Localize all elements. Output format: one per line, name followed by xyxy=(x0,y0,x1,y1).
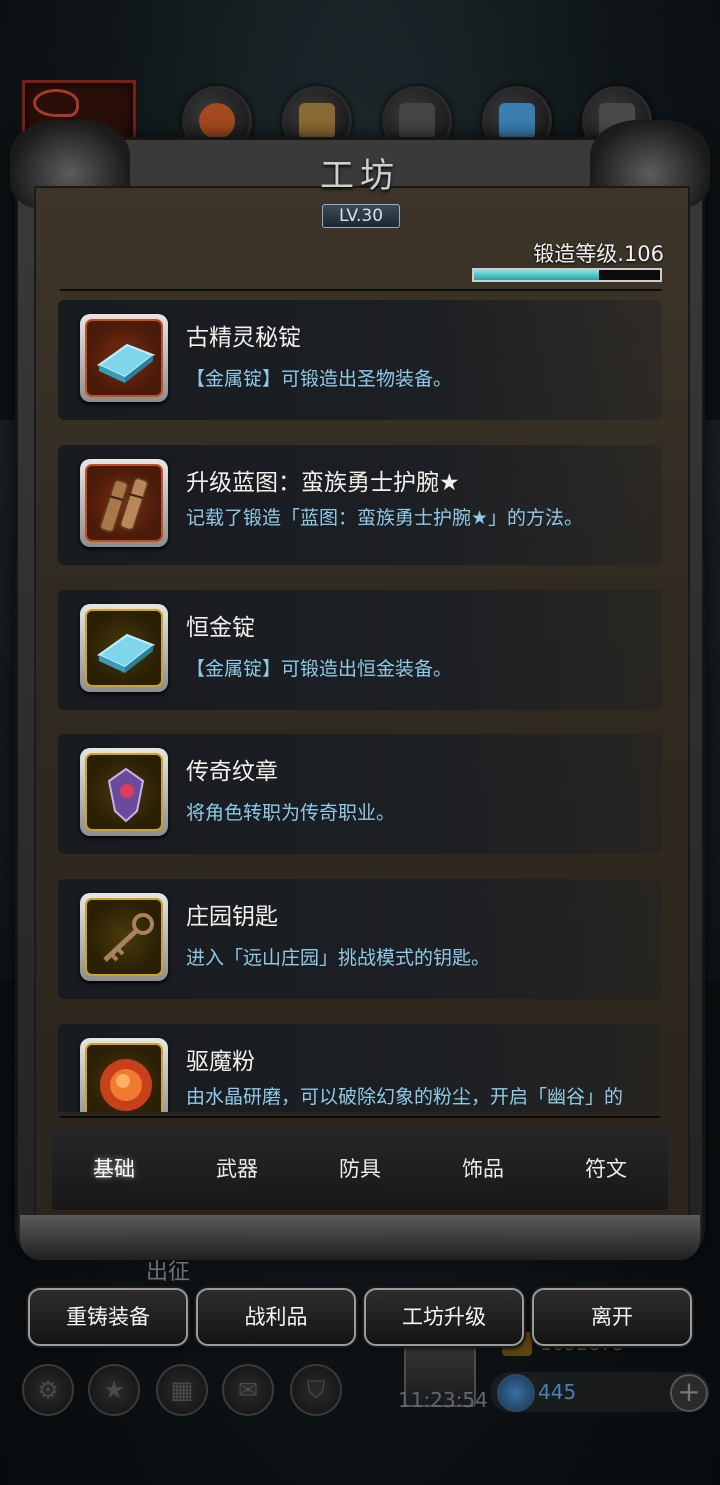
gem-amount: 445 xyxy=(538,1380,577,1404)
item-name: 古精灵秘锭 xyxy=(186,325,301,351)
reforge-button[interactable]: 重铸装备 xyxy=(28,1288,188,1346)
sortie-label: 出征 xyxy=(146,1260,191,1285)
star-icon[interactable]: ★ xyxy=(88,1364,140,1416)
item-description: 由水晶研磨，可以破除幻象的粉尘，开启「幽谷」的道具。 xyxy=(186,1086,624,1108)
tab-accessories[interactable]: 饰品 xyxy=(433,1153,533,1183)
shield-icon[interactable]: ⛉ xyxy=(290,1364,342,1416)
blue-ingot-icon xyxy=(97,633,156,673)
item-description: 记载了锻造「蓝图：蛮族勇士护腕★」的方法。 xyxy=(186,507,584,529)
item-slot[interactable] xyxy=(80,1038,168,1112)
item-slot[interactable] xyxy=(80,893,168,981)
item-description: 【金属锭】可锻造出圣物装备。 xyxy=(186,368,453,390)
item-frame xyxy=(85,464,163,542)
blue-ingot-icon xyxy=(97,343,156,383)
item-frame xyxy=(85,753,163,831)
loot-button[interactable]: 战利品 xyxy=(196,1288,356,1346)
item-slot[interactable] xyxy=(80,604,168,692)
blueprint-scroll-icon xyxy=(99,477,149,533)
workshop-upgrade-button[interactable]: 工坊升级 xyxy=(364,1288,524,1346)
tab-armor[interactable]: 防具 xyxy=(310,1153,410,1183)
key-icon xyxy=(103,913,154,962)
item-name: 恒金锭 xyxy=(186,615,255,641)
item-name: 驱魔粉 xyxy=(186,1049,255,1075)
item-description: 进入「远山庄园」挑战模式的钥匙。 xyxy=(186,947,491,969)
list-item[interactable]: 驱魔粉 由水晶研磨，可以破除幻象的粉尘，开启「幽谷」的道具。 xyxy=(58,1024,662,1112)
gem-icon xyxy=(497,1374,535,1412)
leave-button[interactable]: 离开 xyxy=(532,1288,692,1346)
gallery-icon[interactable]: ▦ xyxy=(156,1364,208,1416)
add-currency-icon[interactable]: + xyxy=(670,1374,708,1412)
settings-icon[interactable]: ⚙ xyxy=(22,1364,74,1416)
divider xyxy=(60,289,662,291)
item-slot[interactable] xyxy=(80,459,168,547)
list-item[interactable]: 恒金锭 【金属锭】可锻造出恒金装备。 xyxy=(58,590,662,710)
item-frame xyxy=(85,898,163,976)
mail-icon[interactable]: ✉ xyxy=(222,1364,274,1416)
item-frame xyxy=(85,319,163,397)
forge-progress-fill xyxy=(474,270,599,280)
panel-bottom-frame xyxy=(20,1215,700,1260)
item-name: 传奇纹章 xyxy=(186,759,278,785)
item-description: 【金属锭】可锻造出恒金装备。 xyxy=(186,658,453,680)
clock-text: 11:23:54 xyxy=(398,1388,488,1412)
tab-runes[interactable]: 符文 xyxy=(556,1153,656,1183)
item-slot[interactable] xyxy=(80,748,168,836)
item-description: 将角色转职为传奇职业。 xyxy=(186,802,396,824)
item-name: 升级蓝图：蛮族勇士护腕★ xyxy=(186,470,460,496)
tab-basic[interactable]: 基础 xyxy=(64,1153,164,1183)
list-item[interactable]: 升级蓝图：蛮族勇士护腕★ 记载了锻造「蓝图：蛮族勇士护腕★」的方法。 xyxy=(58,445,662,565)
list-item[interactable]: 传奇纹章 将角色转职为传奇职业。 xyxy=(58,734,662,854)
list-item[interactable]: 古精灵秘锭 【金属锭】可锻造出圣物装备。 xyxy=(58,300,662,420)
list-item[interactable]: 庄园钥匙 进入「远山庄园」挑战模式的钥匙。 xyxy=(58,879,662,999)
item-name: 庄园钥匙 xyxy=(186,904,278,930)
item-frame xyxy=(85,1043,163,1112)
forge-level-label: 锻造等级.106 xyxy=(533,242,664,266)
item-list[interactable]: 古精灵秘锭 【金属锭】可锻造出圣物装备。 升级蓝图：蛮族勇士护腕★ 记载了锻造「… xyxy=(58,300,662,1112)
panel-title: 工坊 xyxy=(320,156,400,196)
red-powder-icon xyxy=(100,1059,152,1111)
item-frame xyxy=(85,609,163,687)
forge-progress-bar xyxy=(472,268,662,282)
crest-icon xyxy=(107,767,145,823)
tab-weapons[interactable]: 武器 xyxy=(187,1153,287,1183)
divider xyxy=(60,1116,660,1118)
workshop-level-badge: LV.30 xyxy=(322,204,400,228)
item-slot[interactable] xyxy=(80,314,168,402)
